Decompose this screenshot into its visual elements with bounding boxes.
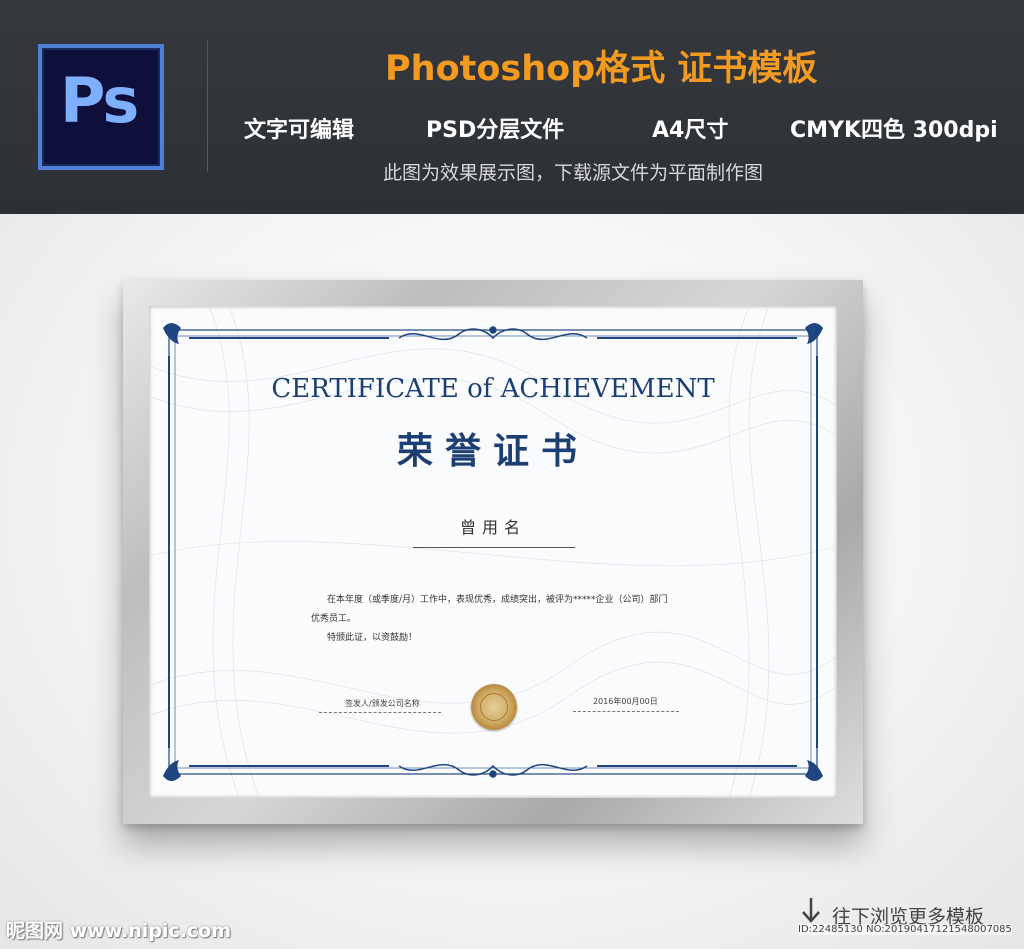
body-text-line2: 优秀员工。 [311,614,357,624]
recipient-name: 曾用名 [459,518,526,537]
picture-frame: CERTIFICATE of ACHIEVEMENT 荣誉证书 曾用名 在本年度… [123,280,863,824]
feature-psd-layers: PSD分层文件 [426,118,565,143]
arrow-down-icon [802,898,820,923]
vertical-divider [207,40,208,172]
gold-seal-icon [471,684,517,730]
signer-line [319,712,441,713]
certificate-title-chinese: 荣誉证书 [396,431,589,472]
body-text-line1: 在本年度（或季度/月）工作中，表现优秀，成绩突出，被评为*****企业（公司）部… [327,595,668,605]
feature-cmyk: CMYK四色 300dpi [790,118,998,143]
site-watermark: 昵图网 www.nipic.com [6,920,232,942]
image-id-text: ID:22485130 NO:20190417121548007085 [798,924,1012,935]
certificate-title-english: CERTIFICATE of ACHIEVEMENT [271,374,715,404]
feature-editable-text: 文字可编辑 [244,118,355,143]
date-label: 2016年00月00日 [593,697,658,706]
recipient-underline [413,547,575,548]
certificate-paper: CERTIFICATE of ACHIEVEMENT 荣誉证书 曾用名 在本年度… [149,306,837,798]
feature-a4-size: A4尺寸 [652,118,729,143]
date-line [573,711,679,712]
ps-logo-text: Ps [60,64,139,137]
body-text-line3: 特颁此证，以资鼓励！ [327,633,418,643]
photoshop-logo-icon: Ps [38,44,164,170]
banner-note: 此图为效果展示图，下载源文件为平面制作图 [383,162,764,184]
header-banner: Ps Photoshop格式 证书模板 文字可编辑 PSD分层文件 A4尺寸 C… [0,0,1024,214]
banner-title: Photoshop格式 证书模板 [385,49,818,89]
signer-label: 签发人/颁发公司名称 [345,699,420,708]
